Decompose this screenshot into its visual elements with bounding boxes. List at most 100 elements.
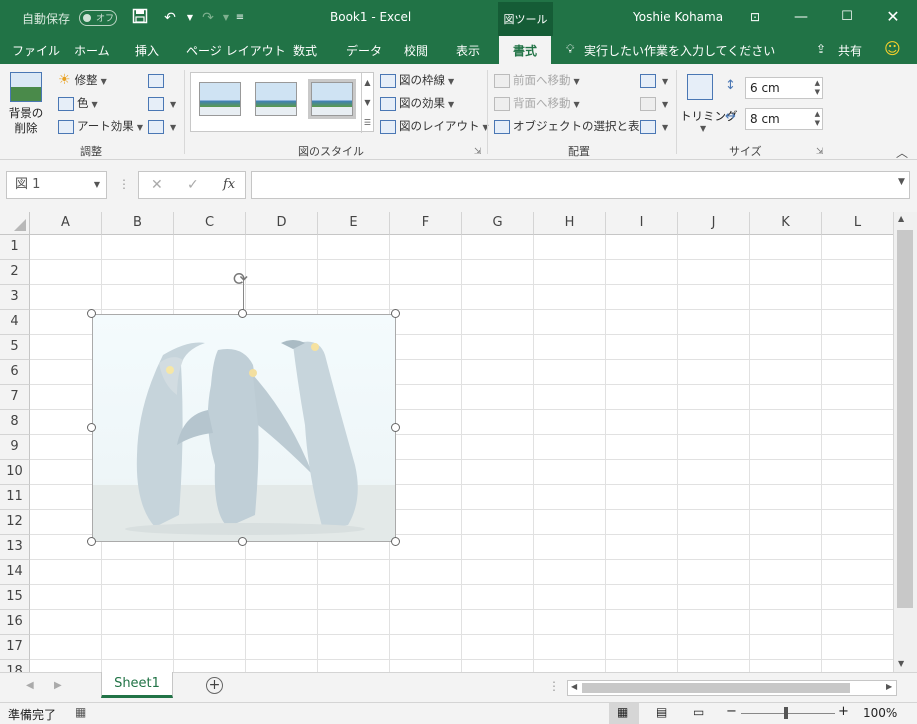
row-header-4[interactable]: 4	[0, 310, 30, 335]
tell-me-search[interactable]: 実行したい作業を入力してください	[584, 42, 775, 59]
align-icon[interactable]: ▼	[640, 70, 668, 90]
tab-formulas[interactable]: 数式	[293, 42, 317, 59]
tab-insert[interactable]: 挿入	[135, 42, 159, 59]
picture-style-thumbnail-selected[interactable]	[311, 82, 353, 116]
change-picture-icon[interactable]: ▼	[148, 93, 176, 113]
row-header-13[interactable]: 13	[0, 535, 30, 560]
resize-handle-bottom[interactable]	[238, 537, 247, 546]
row-header-12[interactable]: 12	[0, 510, 30, 535]
ribbon-display-options-icon[interactable]: ⊡	[732, 0, 778, 34]
color-button[interactable]: 色 ▼	[58, 93, 98, 113]
row-header-14[interactable]: 14	[0, 560, 30, 585]
picture-border-button[interactable]: 図の枠線 ▼	[380, 70, 454, 90]
scroll-up-icon[interactable]: ▲	[898, 214, 904, 223]
scroll-right-icon[interactable]: ▶	[886, 682, 892, 691]
column-header-d[interactable]: D	[246, 212, 318, 235]
corrections-button[interactable]: ☀ 修整 ▼	[58, 70, 107, 90]
resize-handle-top-left[interactable]	[87, 309, 96, 318]
horizontal-scroll-thumb[interactable]	[582, 683, 850, 693]
row-header-3[interactable]: 3	[0, 285, 30, 310]
scroll-left-icon[interactable]: ◀	[571, 682, 577, 691]
zoom-level[interactable]: 100%	[863, 706, 897, 720]
sheet-prev-icon[interactable]: ◀	[26, 680, 34, 691]
select-all-button[interactable]	[0, 212, 30, 235]
macro-recording-icon[interactable]: ▦	[75, 705, 86, 719]
remove-background-button[interactable]: 背景の 削除	[6, 106, 46, 136]
row-header-2[interactable]: 2	[0, 260, 30, 285]
row-header-10[interactable]: 10	[0, 460, 30, 485]
row-header-8[interactable]: 8	[0, 410, 30, 435]
collapse-ribbon-icon[interactable]: ︿	[896, 144, 908, 161]
minimize-button[interactable]: —	[778, 0, 824, 34]
row-header-16[interactable]: 16	[0, 610, 30, 635]
scroll-down-icon[interactable]: ▼	[898, 659, 904, 668]
height-spinner[interactable]: 6 cm ▲ ▼	[745, 77, 823, 99]
picture-style-thumbnail[interactable]	[199, 82, 241, 116]
rotate-handle-icon[interactable]: ⟳	[233, 269, 248, 290]
row-header-7[interactable]: 7	[0, 385, 30, 410]
resize-handle-bottom-left[interactable]	[87, 537, 96, 546]
dialog-launcher-icon[interactable]: ⇲	[474, 147, 482, 157]
resize-handle-top-right[interactable]	[391, 309, 400, 318]
picture-layout-button[interactable]: 図のレイアウト ▼	[380, 116, 489, 136]
resize-handle-bottom-right[interactable]	[391, 537, 400, 546]
formula-input[interactable]	[251, 171, 910, 199]
tab-view[interactable]: 表示	[456, 42, 480, 59]
picture-style-thumbnail[interactable]	[255, 82, 297, 116]
zoom-slider[interactable]	[741, 713, 835, 714]
column-header-k[interactable]: K	[750, 212, 822, 235]
page-layout-view-icon[interactable]: ▤	[656, 705, 667, 719]
vertical-scroll-thumb[interactable]	[897, 230, 913, 608]
vertical-scrollbar[interactable]: ▲ ▼	[893, 212, 917, 672]
column-header-f[interactable]: F	[390, 212, 462, 235]
row-header-6[interactable]: 6	[0, 360, 30, 385]
maximize-button[interactable]: ☐	[824, 0, 870, 34]
zoom-out-icon[interactable]: −	[726, 704, 737, 719]
picture-effects-button[interactable]: 図の効果 ▼	[380, 93, 454, 113]
column-header-b[interactable]: B	[102, 212, 174, 235]
tab-file[interactable]: ファイル	[12, 42, 60, 59]
row-header-5[interactable]: 5	[0, 335, 30, 360]
tab-format[interactable]: 書式	[499, 36, 552, 64]
expand-formula-bar-icon[interactable]: ▼	[898, 177, 905, 187]
row-header-17[interactable]: 17	[0, 635, 30, 660]
tab-page-layout[interactable]: ページ レイアウト	[186, 42, 286, 59]
formula-bar-options-icon[interactable]: ⋮	[118, 177, 130, 191]
user-name[interactable]: Yoshie Kohama	[633, 10, 723, 24]
tab-home[interactable]: ホーム	[74, 42, 110, 59]
close-button[interactable]: ✕	[870, 0, 916, 34]
tab-data[interactable]: データ	[346, 42, 382, 59]
undo-icon[interactable]: ↶	[160, 8, 180, 28]
customize-qat-icon[interactable]: ≡	[230, 8, 250, 28]
row-header-1[interactable]: 1	[0, 235, 30, 260]
column-header-e[interactable]: E	[318, 212, 390, 235]
gallery-scroll-down-icon[interactable]: ▼	[361, 93, 373, 113]
row-header-18[interactable]: 18	[0, 660, 30, 672]
crop-dropdown-icon[interactable]: ▼	[700, 124, 706, 133]
page-break-preview-icon[interactable]: ▭	[693, 705, 704, 719]
column-header-j[interactable]: J	[678, 212, 750, 235]
rotate-icon[interactable]: ▼	[640, 116, 668, 136]
feedback-smiley-icon[interactable]: ☺	[884, 39, 901, 58]
sheet-tab-sheet1[interactable]: Sheet1	[101, 672, 173, 698]
resize-handle-right[interactable]	[391, 423, 400, 432]
column-header-g[interactable]: G	[462, 212, 534, 235]
insert-function-icon[interactable]: fx	[223, 177, 235, 192]
tab-split-handle-icon[interactable]: ⋮	[548, 679, 560, 693]
column-header-h[interactable]: H	[534, 212, 606, 235]
horizontal-scrollbar[interactable]: ◀ ▶	[567, 680, 897, 696]
row-header-11[interactable]: 11	[0, 485, 30, 510]
share-button[interactable]: 共有	[838, 42, 862, 59]
size-dialog-launcher-icon[interactable]: ⇲	[816, 147, 824, 157]
reset-picture-icon[interactable]: ▼	[148, 116, 176, 136]
crop-icon[interactable]	[687, 74, 713, 100]
compress-pictures-icon[interactable]	[148, 70, 167, 90]
name-box[interactable]: 図 1 ▼	[6, 171, 107, 199]
column-header-l[interactable]: L	[822, 212, 893, 235]
gallery-scroll-up-icon[interactable]: ▲	[361, 73, 373, 93]
column-header-i[interactable]: I	[606, 212, 678, 235]
tab-review[interactable]: 校閲	[404, 42, 428, 59]
row-header-9[interactable]: 9	[0, 435, 30, 460]
new-sheet-icon[interactable]: +	[206, 677, 223, 694]
worksheet-grid[interactable]: ABCDEFGHIJKL 1 2 3 4 5 6 7 8 9 10 11 12 13 14 15 16 17 18…	[0, 212, 893, 672]
